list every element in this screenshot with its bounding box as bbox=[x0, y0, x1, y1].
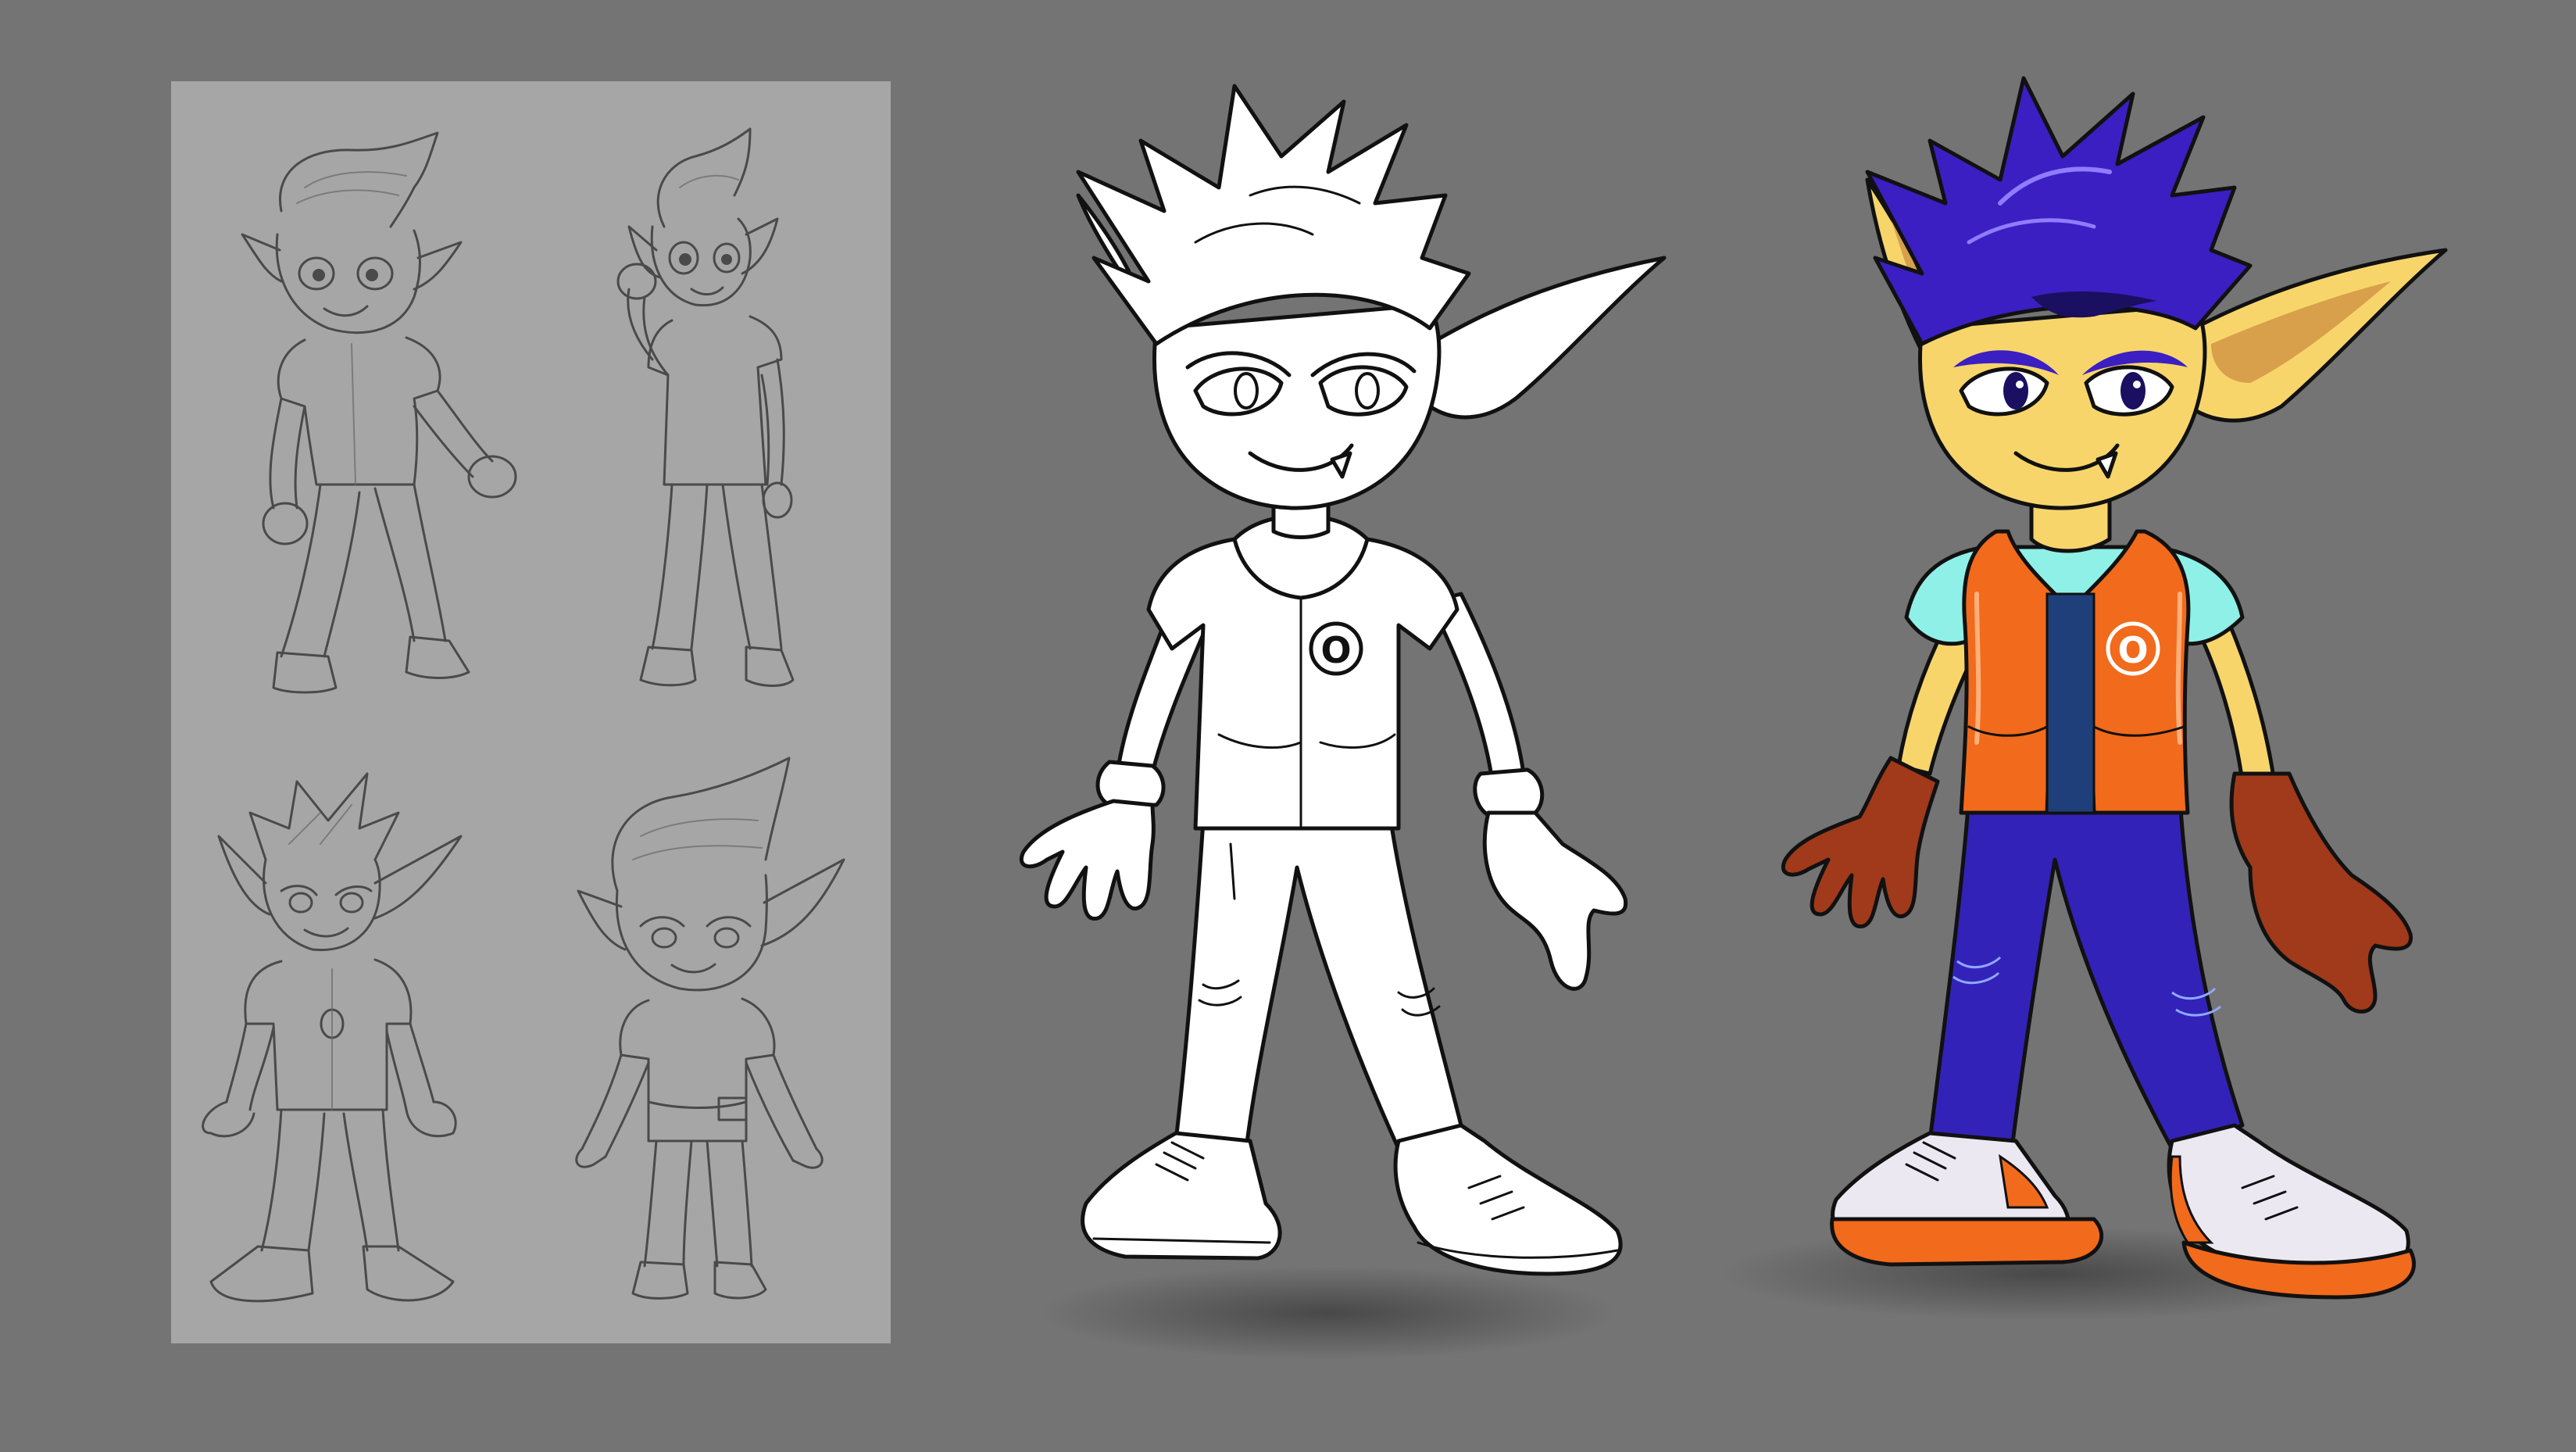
color-shoe-left-sole bbox=[1830, 1217, 2103, 1267]
lineart-emblem-letter: O bbox=[1320, 629, 1351, 671]
lineart-ground-shadow bbox=[1039, 1266, 1617, 1360]
sketch-panel bbox=[171, 81, 891, 1343]
color-emblem-letter: O bbox=[2117, 629, 2148, 671]
character-concept-sheet: O O bbox=[0, 0, 2576, 1452]
